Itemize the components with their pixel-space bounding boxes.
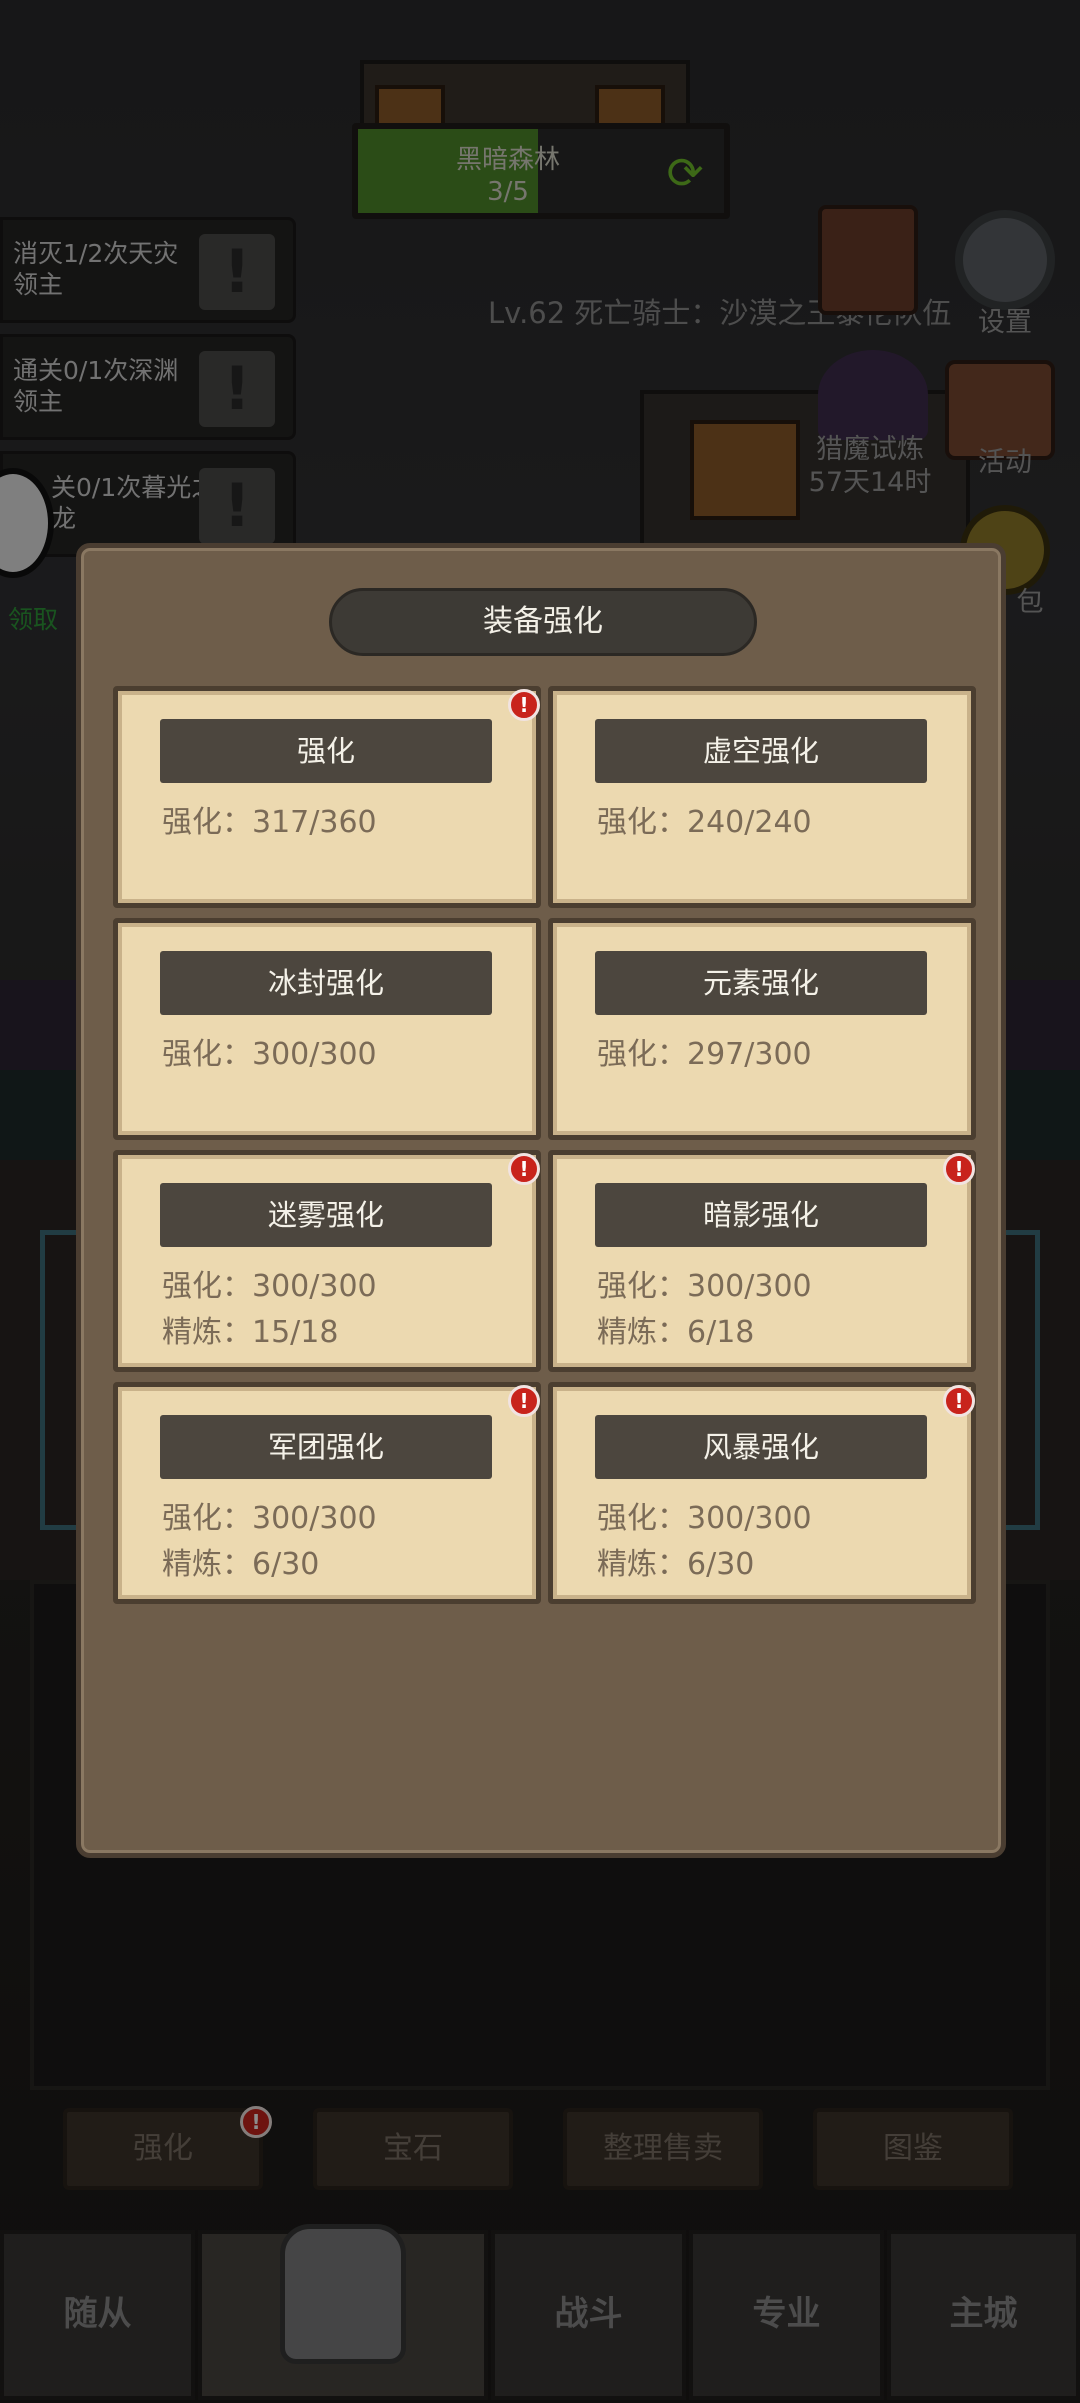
panel-title-bar: 装备强化 xyxy=(329,588,757,656)
card-title: 冰封强化 xyxy=(267,966,384,1000)
enhance-card-frost[interactable]: 冰封强化 强化：300/300 xyxy=(113,918,541,1140)
card-refine-level: 精炼：15/18 xyxy=(162,1315,339,1350)
card-refine-level: 精炼：6/30 xyxy=(162,1547,320,1582)
enhance-card-void[interactable]: 虚空强化 强化：240/240 xyxy=(548,686,976,908)
card-enhance-level: 强化：300/300 xyxy=(162,1501,377,1536)
card-title: 迷雾强化 xyxy=(267,1198,384,1232)
card-title: 风暴强化 xyxy=(702,1430,819,1464)
enhance-card-storm[interactable]: 风暴强化 强化：300/300 精炼：6/30 ! xyxy=(548,1382,976,1604)
card-header: 迷雾强化 xyxy=(160,1183,492,1247)
enhance-card-basic[interactable]: 强化 强化：317/360 ! xyxy=(113,686,541,908)
card-enhance-level: 强化：300/300 xyxy=(162,1269,377,1304)
enhance-card-element[interactable]: 元素强化 强化：297/300 xyxy=(548,918,976,1140)
card-title: 强化 xyxy=(296,734,355,768)
card-title: 军团强化 xyxy=(267,1430,384,1464)
card-header: 风暴强化 xyxy=(595,1415,927,1479)
card-enhance-level: 强化：300/300 xyxy=(597,1269,812,1304)
card-header: 军团强化 xyxy=(160,1415,492,1479)
card-header: 冰封强化 xyxy=(160,951,492,1015)
card-header: 虚空强化 xyxy=(595,719,927,783)
alert-badge-icon: ! xyxy=(943,1385,975,1417)
card-enhance-level: 强化：317/360 xyxy=(162,805,377,840)
card-header: 暗影强化 xyxy=(595,1183,927,1247)
card-title: 暗影强化 xyxy=(702,1198,819,1232)
panel-title: 装备强化 xyxy=(483,604,603,639)
card-refine-level: 精炼：6/18 xyxy=(597,1315,755,1350)
alert-badge-icon: ! xyxy=(943,1153,975,1185)
alert-badge-icon: ! xyxy=(508,1385,540,1417)
card-enhance-level: 强化：300/300 xyxy=(597,1501,812,1536)
card-enhance-level: 强化：300/300 xyxy=(162,1037,377,1072)
alert-badge-icon: ! xyxy=(508,1153,540,1185)
card-refine-level: 精炼：6/30 xyxy=(597,1547,755,1582)
card-header: 元素强化 xyxy=(595,951,927,1015)
enhance-card-mist[interactable]: 迷雾强化 强化：300/300 精炼：15/18 ! xyxy=(113,1150,541,1372)
card-title: 虚空强化 xyxy=(702,734,819,768)
card-title: 元素强化 xyxy=(702,966,819,1000)
enhance-card-shadow[interactable]: 暗影强化 强化：300/300 精炼：6/18 ! xyxy=(548,1150,976,1372)
alert-badge-icon: ! xyxy=(508,689,540,721)
card-enhance-level: 强化：297/300 xyxy=(597,1037,812,1072)
card-enhance-level: 强化：240/240 xyxy=(597,805,812,840)
card-header: 强化 xyxy=(160,719,492,783)
equipment-enhance-panel: 装备强化 强化 强化：317/360 ! 虚空强化 强化：240/240 冰封强… xyxy=(76,543,1006,1858)
enhance-card-legion[interactable]: 军团强化 强化：300/300 精炼：6/30 ! xyxy=(113,1382,541,1604)
